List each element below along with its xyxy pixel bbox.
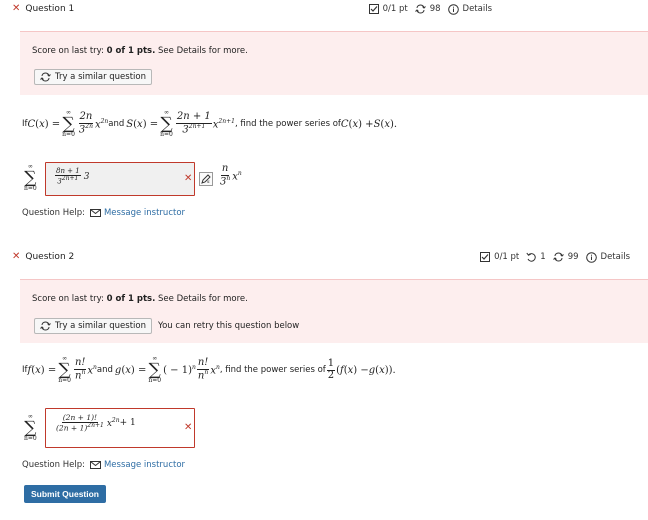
answer-sum-symbol: ∞ ∑ n=0 bbox=[24, 413, 37, 443]
try-similar-label: Try a similar question bbox=[55, 72, 147, 82]
wrong-x-icon: ✕ bbox=[184, 422, 193, 433]
try-similar-label: Try a similar question bbox=[55, 321, 147, 331]
message-instructor-label: Message instructor bbox=[103, 460, 186, 470]
score-text-post: See Details for more. bbox=[155, 294, 248, 304]
q1-retries: 98 bbox=[429, 4, 441, 14]
info-icon[interactable] bbox=[447, 3, 459, 15]
q1-try-similar-button[interactable]: Try a similar question bbox=[34, 69, 153, 85]
q2-score-line: Score on last try: 0 of 1 pts. See Detai… bbox=[32, 294, 248, 304]
retry-icon bbox=[552, 252, 564, 262]
wrong-x-icon: ✕ bbox=[184, 173, 193, 184]
q2-prompt: If f(x) = ∞ ∑ n=0 n! nn xn and g(x) = ∞ ∑ n=0… bbox=[22, 355, 396, 385]
sum-symbol: ∞ ∑ n=0 bbox=[160, 109, 173, 139]
q2-answer-expression: (2n + 1)! (2n + 1)2n+1 x2n + 1 bbox=[56, 413, 136, 433]
q2-title: Question 2 bbox=[25, 252, 75, 262]
q2-retries: 99 bbox=[567, 252, 579, 262]
prompt-and: and bbox=[96, 365, 113, 376]
q1-score-banner: Score on last try: 0 of 1 pts. See Detai… bbox=[20, 31, 648, 95]
help-label: Question Help: bbox=[22, 208, 85, 218]
checkbox-icon bbox=[480, 252, 491, 262]
q2-details-link[interactable]: Details bbox=[601, 252, 630, 262]
retry-icon bbox=[40, 321, 51, 331]
score-text-post: See Details for more. bbox=[155, 46, 248, 56]
q1-question-help: Question Help: Message instructor bbox=[22, 208, 185, 218]
sum-symbol: ∞ ∑ n=0 bbox=[148, 355, 162, 385]
q1-answer-expression: 8n + 1 32n+1 3 bbox=[54, 167, 90, 186]
incorrect-x-icon: ✕ bbox=[12, 3, 21, 14]
answer-denominator-exp: 2n+1 bbox=[87, 421, 104, 429]
q2-question-help: Question Help: Message instructor bbox=[22, 460, 185, 470]
q2-try-similar-button[interactable]: Try a similar question bbox=[34, 318, 153, 334]
prompt-find: , find the power series of bbox=[219, 365, 326, 376]
q1-answer-field[interactable]: 8n + 1 32n+1 3 ✕ bbox=[45, 162, 195, 196]
q2-similar-row: Try a similar question You can retry thi… bbox=[34, 318, 299, 334]
q1-header: ✕ Question 1 0/1 pt 98 Details bbox=[0, 0, 500, 18]
answer-denominator-exp: 2n+1 bbox=[61, 175, 79, 183]
q1-score-line: Score on last try: 0 of 1 pts. See Detai… bbox=[32, 46, 248, 56]
score-text: Score on last try: bbox=[32, 294, 107, 304]
q2-answer-field[interactable]: (2n + 1)! (2n + 1)2n+1 x2n + 1 ✕ bbox=[45, 408, 195, 448]
answer-tail: + 1 bbox=[119, 418, 136, 429]
q2-message-instructor-link[interactable]: Message instructor bbox=[89, 460, 186, 470]
q1-message-instructor-link[interactable]: Message instructor bbox=[89, 208, 186, 218]
score-value: 0 of 1 pts. bbox=[106, 46, 156, 56]
sum-symbol: ∞ ∑ n=0 bbox=[62, 109, 75, 139]
prompt-and: and bbox=[108, 119, 125, 130]
envelope-icon bbox=[89, 209, 101, 217]
envelope-icon bbox=[89, 461, 101, 469]
answer-denominator: (2n + 1) bbox=[56, 423, 88, 433]
q2-header: ✕ Question 2 0/1 pt 1 99 Details bbox=[0, 248, 648, 266]
q2-score-banner: Score on last try: 0 of 1 pts. See Detai… bbox=[20, 279, 648, 343]
q1-prompt: If C(x) = ∞ ∑ n=0 2n 32n x2n and S(x) = ∞ ∑ n… bbox=[22, 109, 398, 139]
incorrect-x-icon: ✕ bbox=[12, 251, 21, 262]
message-instructor-label: Message instructor bbox=[103, 208, 186, 218]
sum-symbol: ∞ ∑ n=0 bbox=[58, 355, 71, 385]
answer-exponent: 2n bbox=[111, 417, 120, 425]
retry-icon bbox=[40, 72, 51, 82]
undo-icon bbox=[526, 252, 537, 262]
q1-answer-preview: n 3n xn bbox=[220, 163, 242, 187]
checkbox-icon bbox=[368, 4, 379, 14]
q1-details-link[interactable]: Details bbox=[463, 4, 492, 14]
retry-icon bbox=[414, 4, 426, 14]
q2-attempts: 1 bbox=[540, 252, 546, 262]
q1-points: 0/1 pt bbox=[382, 4, 408, 14]
svg-text:α: α bbox=[207, 179, 210, 184]
score-value: 0 of 1 pts. bbox=[106, 294, 156, 304]
answer-sum-symbol: ∞ ∑ n=0 bbox=[24, 163, 37, 193]
math-editor-icon[interactable]: α bbox=[199, 172, 213, 186]
prompt-find: , find the power series of bbox=[234, 119, 341, 130]
retry-note: You can retry this question below bbox=[158, 321, 300, 331]
answer-tail: 3 bbox=[83, 172, 90, 182]
score-text: Score on last try: bbox=[32, 46, 107, 56]
submit-question-button[interactable]: Submit Question bbox=[24, 485, 106, 503]
q1-title: Question 1 bbox=[25, 4, 75, 14]
q2-points: 0/1 pt bbox=[494, 252, 520, 262]
help-label: Question Help: bbox=[22, 460, 85, 470]
info-icon[interactable] bbox=[585, 251, 597, 263]
